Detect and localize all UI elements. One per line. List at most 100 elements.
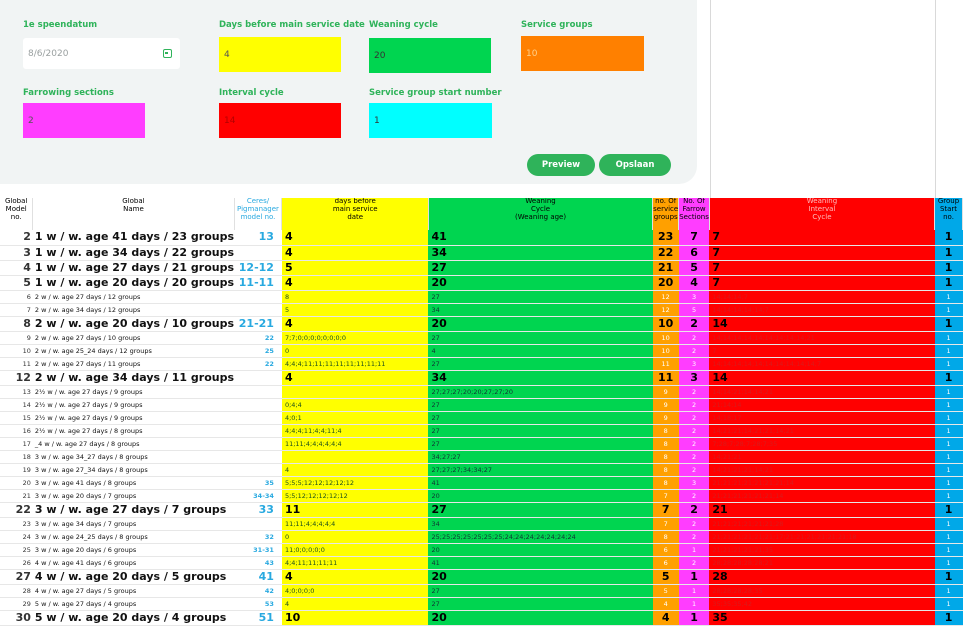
farrow-sections-cell[interactable]: 2 (678, 489, 710, 503)
group-start-cell[interactable]: 1 (934, 476, 963, 490)
farrow-sections-cell[interactable]: 3 (678, 370, 710, 386)
farrow-sections-cell[interactable]: 1 (678, 543, 710, 557)
farrow-sections-cell[interactable]: 1 (678, 597, 710, 611)
service-groups-cell[interactable]: 4 (652, 610, 679, 626)
table-row[interactable]: 22 3 w / w. age 27 days / 7 groups 33 11 27 7… (0, 502, 963, 518)
group-start-cell[interactable]: 1 (934, 260, 963, 276)
interval-cell[interactable]: 14;21;21 (709, 450, 935, 464)
service-groups-cell[interactable]: 6 (652, 556, 679, 570)
group-start-cell[interactable]: 1 (934, 385, 963, 399)
weaning-cell[interactable]: 27 (428, 260, 653, 276)
weaning-cell[interactable]: 20 (428, 489, 653, 503)
group-start-cell[interactable]: 1 (934, 230, 963, 246)
save-button[interactable]: Opslaan (599, 154, 671, 176)
group-start-cell[interactable]: 1 (934, 584, 963, 598)
days-cell[interactable]: 4;0;1 (281, 411, 429, 425)
group-start-cell[interactable]: 1 (934, 370, 963, 386)
table-row[interactable]: 28 4 w / w. age 27 days / 5 groups 42 4;0;0… (0, 584, 963, 598)
table-row[interactable]: 18 3 w / w. age 34_27 days / 8 groups 34;2… (0, 450, 963, 464)
service-groups-cell[interactable]: 9 (652, 385, 679, 399)
interval-cell[interactable]: 7 (709, 275, 935, 291)
interval-cell[interactable]: 14 (709, 370, 935, 386)
days-cell[interactable]: 4 (281, 463, 429, 477)
weaning-cell[interactable]: 27 (428, 411, 653, 425)
start-date-field[interactable]: 8/6/2020 (23, 38, 180, 69)
weaning-cell[interactable]: 27 (428, 597, 653, 611)
table-row[interactable]: 25 3 w / w. age 20 days / 6 groups 31-31 11… (0, 543, 963, 557)
table-row[interactable]: 31 w / w. age 34 days / 22 groups 4 34 22 6 7… (0, 245, 963, 261)
weaning-cell[interactable]: 27;27;27;20;20;27;27;20 (428, 385, 653, 399)
days-cell[interactable]: 4 (281, 230, 429, 246)
name-cell[interactable]: 2 w / w. age 27 days / 10 groups (32, 331, 235, 345)
model-no-cell[interactable]: 18 (0, 450, 33, 464)
days-cell[interactable]: 0;4;4 (281, 398, 429, 412)
ceres-cell[interactable]: 12-12 (234, 260, 282, 276)
name-cell[interactable]: 2 w / w. age 20 days / 10 groups (32, 316, 235, 332)
table-row[interactable]: 23 3 w / w. age 34 days / 7 groups 11;11;4… (0, 517, 963, 531)
ceres-cell[interactable]: 43 (234, 556, 282, 570)
model-no-cell[interactable]: 2 (0, 230, 33, 246)
days-cell[interactable]: 5 (281, 260, 429, 276)
name-cell[interactable]: 3 w / w. age 20 days / 6 groups (32, 543, 235, 557)
days-cell[interactable]: 4 (281, 597, 429, 611)
days-cell[interactable]: 4;4;4;11;11;11;11;11;11;11;11 (281, 357, 429, 371)
service-groups-cell[interactable]: 22 (652, 245, 679, 261)
model-no-cell[interactable]: 20 (0, 476, 33, 490)
farrow-sections-cell[interactable]: 2 (678, 517, 710, 531)
group-start-cell[interactable]: 1 (934, 316, 963, 332)
ceres-cell[interactable] (234, 437, 282, 451)
interval-cell[interactable]: 7 (709, 344, 935, 358)
days-cell[interactable]: 11;0;0;0;0;0 (281, 543, 429, 557)
farrow-sections-cell[interactable]: 1 (678, 610, 710, 626)
ceres-cell[interactable] (234, 385, 282, 399)
name-cell[interactable]: 3 w / w. age 20 days / 7 groups (32, 489, 235, 503)
table-row[interactable]: 72 w / w. age 34 days / 12 groups 5 34 12 5 1… (0, 303, 963, 317)
farrow-sections-cell[interactable]: 2 (678, 450, 710, 464)
table-row[interactable]: 17 _4 w / w. age 27 days / 8 groups 11;11;… (0, 437, 963, 451)
model-no-cell[interactable]: 24 (0, 530, 33, 544)
ceres-cell[interactable]: 22 (234, 357, 282, 371)
days-cell[interactable]: 5 (281, 303, 429, 317)
table-row[interactable]: 30 5 w / w. age 20 days / 4 groups 51 10 20 4… (0, 610, 963, 626)
table-row[interactable]: 21 3 w / w. age 20 days / 7 groups 34-34 5;… (0, 489, 963, 503)
service-groups-cell[interactable]: 4 (652, 597, 679, 611)
weaning-cell[interactable]: 41 (428, 230, 653, 246)
interval-cell[interactable]: 21;21;21;21;21;21;14 (709, 489, 935, 503)
days-cell[interactable] (281, 385, 429, 399)
ceres-cell[interactable]: 21-21 (234, 316, 282, 332)
name-cell[interactable]: 2½ w / w. age 27 days / 9 groups (32, 398, 235, 412)
days-before-field[interactable]: 4 (219, 37, 341, 72)
model-no-cell[interactable]: 8 (0, 316, 33, 332)
interval-cell[interactable]: 14;21;21;14;21;21;14;21 (709, 424, 935, 438)
days-cell[interactable]: 4;0;0;0;0 (281, 584, 429, 598)
service-groups-cell[interactable]: 11 (652, 370, 679, 386)
weaning-cell[interactable]: 20 (428, 316, 653, 332)
interval-cell[interactable]: 14;14;21;14;14;21 (709, 385, 935, 399)
name-cell[interactable]: _4 w / w. age 27 days / 8 groups (32, 437, 235, 451)
weaning-cell[interactable]: 41 (428, 556, 653, 570)
interval-cell[interactable]: 21;21;21;21;21;21;17;21;21;21;21;21;21;1… (709, 530, 935, 544)
service-groups-cell[interactable]: 8 (652, 450, 679, 464)
model-no-cell[interactable]: 21 (0, 489, 33, 503)
service-groups-cell[interactable]: 23 (652, 230, 679, 246)
model-no-cell[interactable]: 12 (0, 370, 33, 386)
model-no-cell[interactable]: 23 (0, 517, 33, 531)
name-cell[interactable]: 5 w / w. age 27 days / 4 groups (32, 597, 235, 611)
name-cell[interactable]: 2½ w / w. age 27 days / 9 groups (32, 411, 235, 425)
ceres-cell[interactable] (234, 411, 282, 425)
farrow-sections-cell[interactable]: 2 (678, 316, 710, 332)
interval-cell[interactable]: 21;21;21;21;21;21;28 (709, 517, 935, 531)
service-groups-cell[interactable]: 10 (652, 344, 679, 358)
farrow-sections-cell[interactable]: 7 (678, 230, 710, 246)
table-row[interactable]: 19 3 w / w. age 27_34 days / 8 groups 4 27;… (0, 463, 963, 477)
interval-cell[interactable]: 21 (709, 502, 935, 518)
group-start-cell[interactable]: 1 (934, 463, 963, 477)
days-cell[interactable]: 0 (281, 344, 429, 358)
table-row[interactable]: 13 2½ w / w. age 27 days / 9 groups 27;27;… (0, 385, 963, 399)
name-cell[interactable]: 5 w / w. age 20 days / 4 groups (32, 610, 235, 626)
farrow-sections-cell[interactable]: 4 (678, 275, 710, 291)
weaning-cell[interactable]: 4 (428, 344, 653, 358)
interval-cell[interactable]: 14;14;14;7 (709, 290, 935, 304)
days-cell[interactable]: 4 (281, 569, 429, 585)
group-start-cell[interactable]: 1 (934, 489, 963, 503)
